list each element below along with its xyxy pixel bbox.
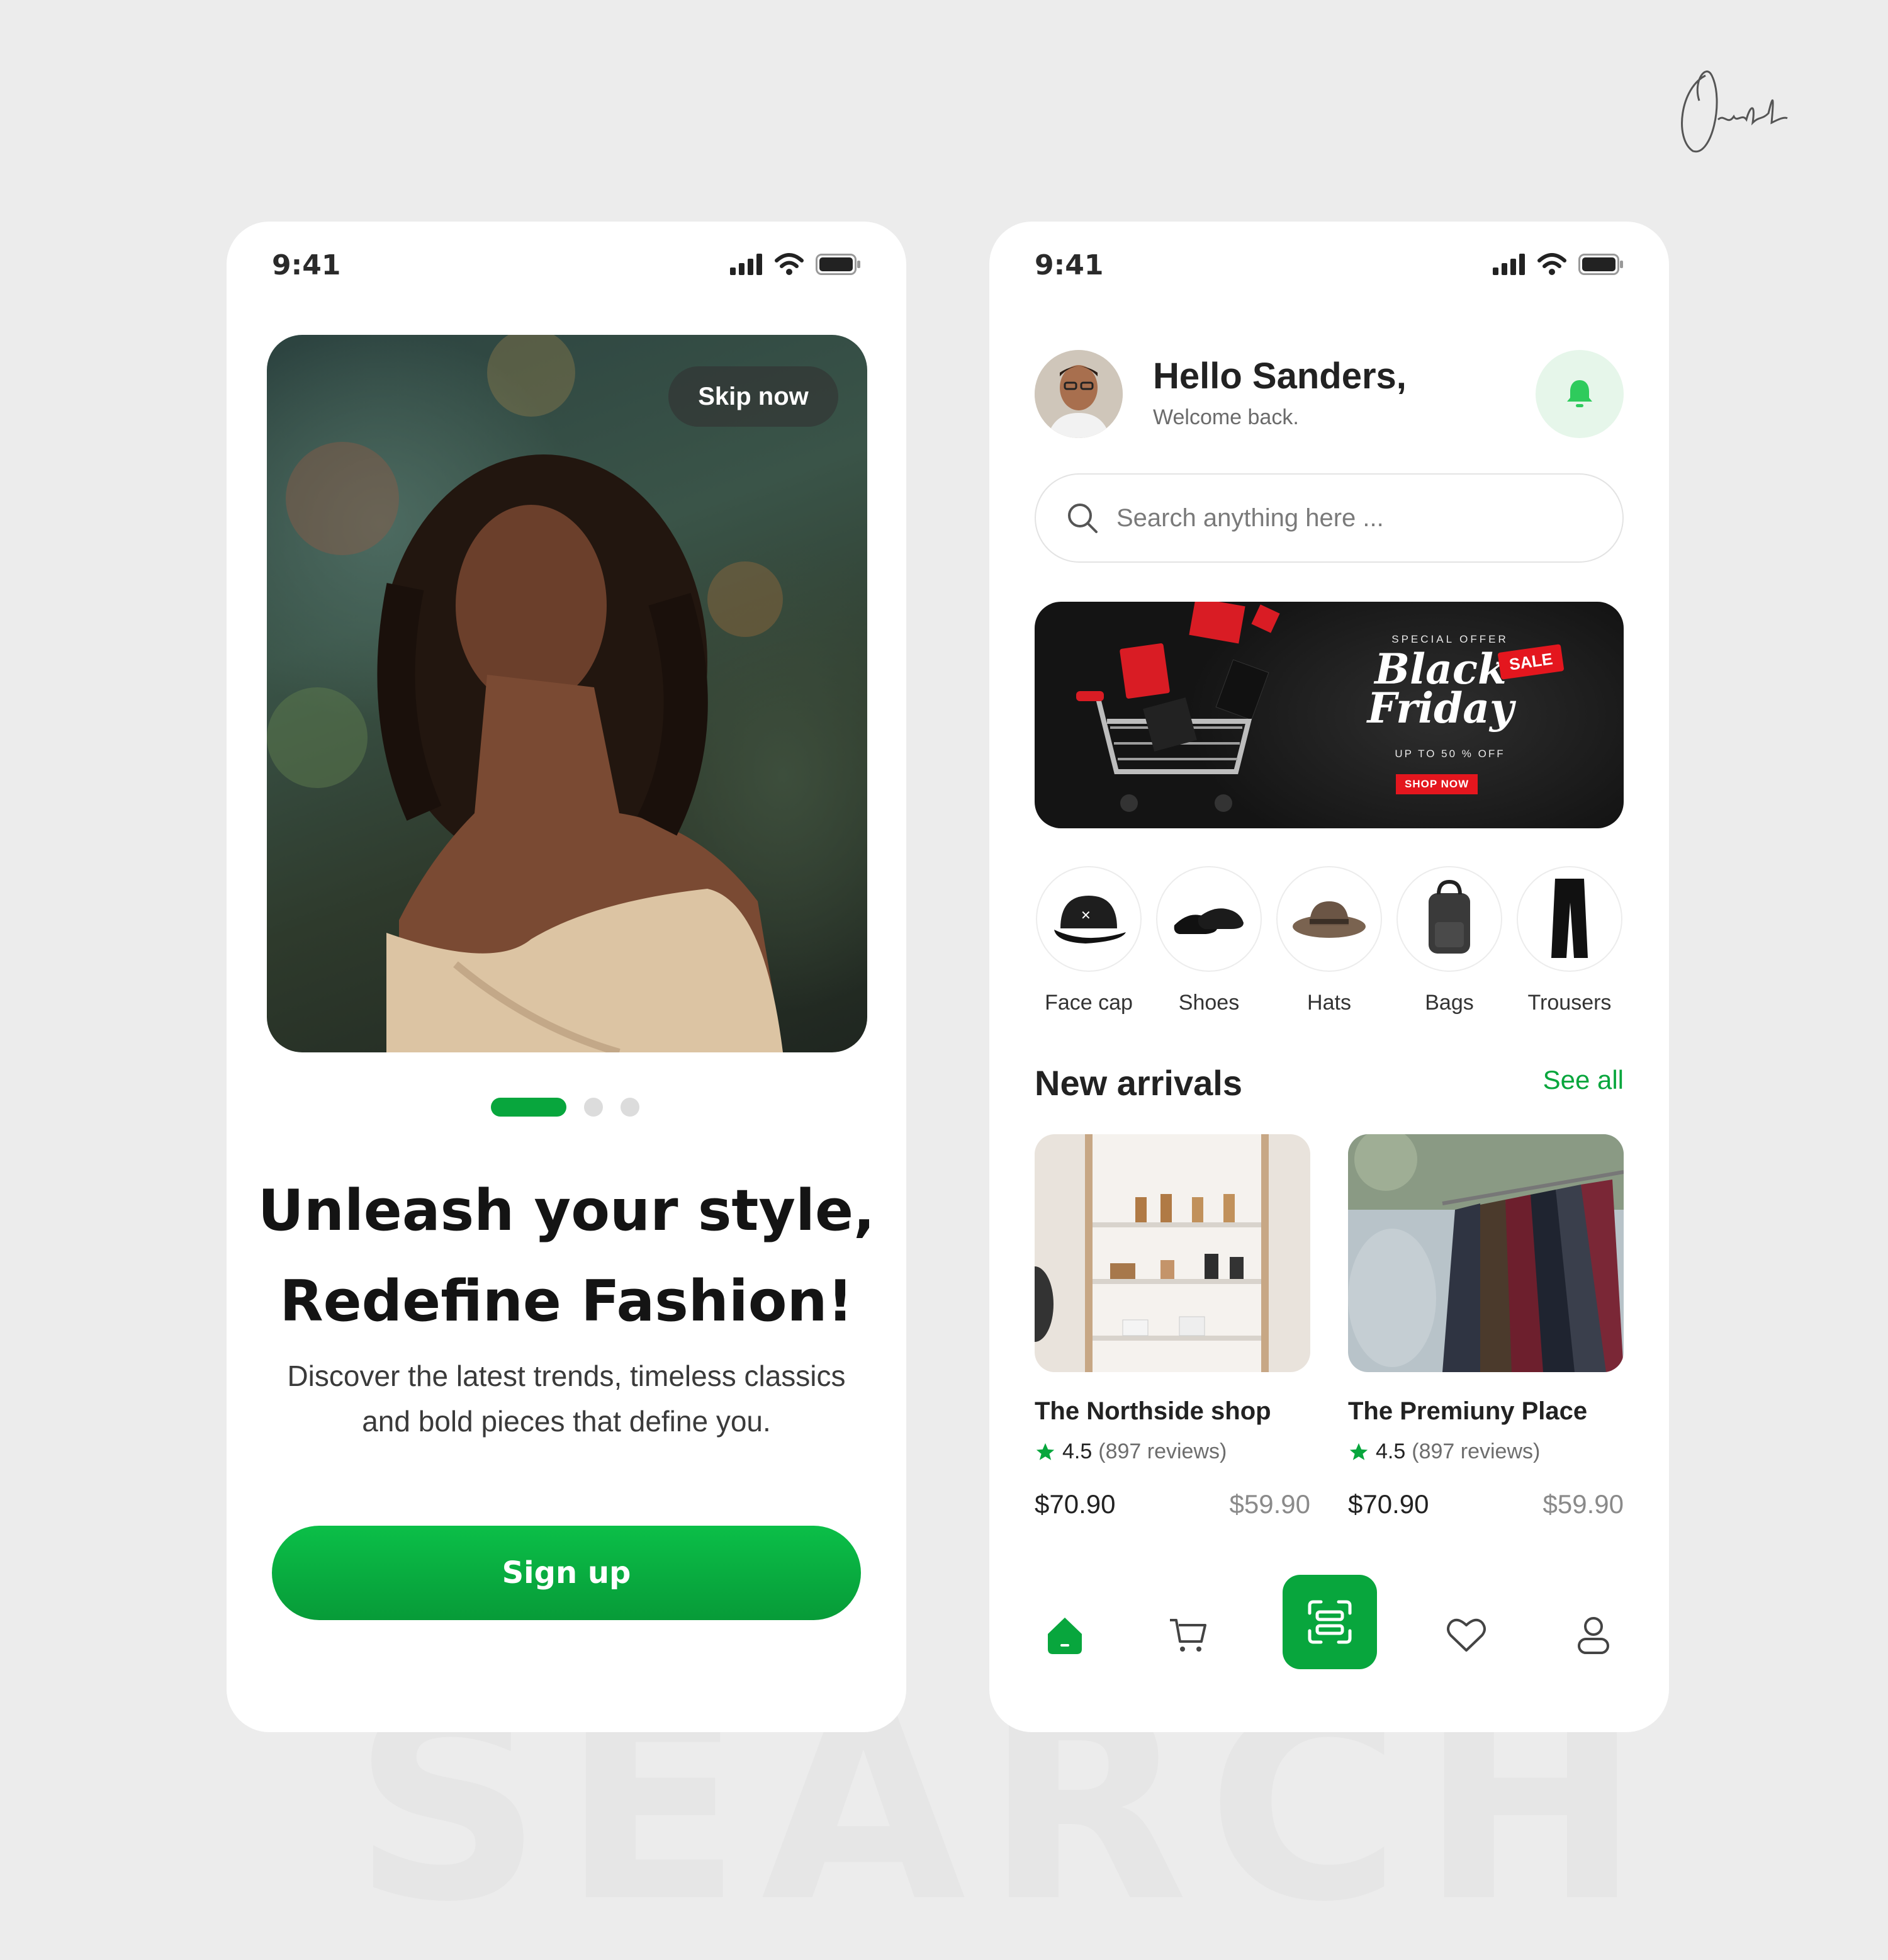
tab-favorites[interactable] (1429, 1600, 1504, 1669)
onboarding-screen: 9:41 Skip now Unleash your style, Redefi… (227, 222, 906, 1732)
product-name: The Northside shop (1035, 1397, 1271, 1425)
rating-value: 4.5 (1062, 1439, 1093, 1463)
category-label: Shoes (1178, 991, 1240, 1015)
shoes-icon (1174, 908, 1244, 934)
pager-dot[interactable] (584, 1098, 603, 1117)
status-icons (1493, 253, 1624, 276)
skip-now-button[interactable]: Skip now (668, 366, 838, 427)
category-trousers[interactable]: Trousers (1515, 866, 1624, 1015)
welcome-subtitle: Welcome back. (1153, 405, 1299, 429)
search-icon (1068, 504, 1098, 533)
current-price: $70.90 (1348, 1489, 1429, 1519)
category-list: ✕ Face cap Shoes Hats Bags Trousers (1035, 866, 1624, 1015)
category-label: Hats (1307, 991, 1351, 1015)
shopping-cart-illustration (1076, 602, 1280, 812)
promo-banner[interactable]: SPECIAL OFFER Black Friday SALE UP TO 50… (1035, 602, 1624, 828)
battery-icon (1578, 254, 1623, 275)
product-image (1035, 1134, 1310, 1372)
new-arrivals-title: New arrivals (1035, 1063, 1242, 1103)
greeting-title: Hello Sanders, (1153, 356, 1407, 397)
subtext-line-2: and bold pieces that define you. (362, 1405, 771, 1438)
old-price: $59.90 (1229, 1489, 1310, 1519)
banner-special-offer: SPECIAL OFFER (1391, 633, 1509, 645)
wifi-icon (775, 253, 804, 275)
see-all-link[interactable]: See all (1543, 1065, 1624, 1095)
signal-icon (1493, 254, 1525, 275)
review-count: (897 reviews) (1412, 1439, 1541, 1463)
cap-icon: ✕ (1054, 896, 1126, 943)
old-price: $59.90 (1542, 1489, 1624, 1519)
battery-icon (816, 254, 860, 275)
heart-icon (1447, 1618, 1486, 1652)
pager-dot[interactable] (621, 1098, 639, 1117)
rating-value: 4.5 (1376, 1439, 1406, 1463)
notifications-button[interactable] (1536, 350, 1624, 438)
product-rating: 4.5 (897 reviews) (1348, 1439, 1624, 1464)
home-icon (1048, 1618, 1082, 1654)
category-hats[interactable]: Hats (1275, 866, 1383, 1015)
banner-title-line-2: Friday (1367, 684, 1514, 733)
category-shoes[interactable]: Shoes (1155, 866, 1263, 1015)
banner-discount: UP TO 50 % OFF (1395, 748, 1505, 760)
signature-logo (1681, 70, 1788, 153)
woman-portrait-image (267, 335, 783, 1052)
product-prices: $70.90 $59.90 (1035, 1489, 1310, 1519)
star-icon (1036, 1443, 1055, 1460)
sign-up-button[interactable]: Sign up (272, 1526, 861, 1620)
bag-icon (1429, 879, 1470, 954)
status-time: 9:41 (272, 249, 341, 281)
product-card[interactable]: The Northside shop 4.5 (897 reviews) $70… (1035, 1134, 1310, 1519)
star-icon (1349, 1443, 1368, 1460)
wifi-icon (1537, 253, 1566, 275)
tab-profile[interactable] (1556, 1600, 1631, 1669)
product-prices: $70.90 $59.90 (1348, 1489, 1624, 1519)
subtext-line-1: Discover the latest trends, timeless cla… (287, 1360, 846, 1392)
hat-icon (1293, 901, 1366, 938)
hero-image: Skip now (267, 335, 867, 1052)
product-card[interactable]: The Premiuny Place 4.5 (897 reviews) $70… (1348, 1134, 1624, 1519)
tab-home[interactable] (1027, 1600, 1103, 1669)
headline-line-1: Unleash your style, (257, 1178, 875, 1244)
onboarding-pager (491, 1098, 639, 1117)
trousers-icon (1551, 879, 1588, 958)
svg-text:✕: ✕ (1081, 908, 1091, 923)
clothing-rack-image (1348, 1134, 1624, 1372)
status-icons (730, 253, 861, 276)
product-rating: 4.5 (897 reviews) (1035, 1439, 1310, 1464)
current-price: $70.90 (1035, 1489, 1116, 1519)
review-count: (897 reviews) (1098, 1439, 1227, 1463)
category-label: Bags (1425, 991, 1474, 1015)
search-input[interactable] (1115, 503, 1558, 533)
shop-now-button[interactable]: SHOP NOW (1396, 774, 1478, 794)
scan-icon (1308, 1600, 1352, 1644)
bottom-tab-bar (989, 1575, 1669, 1701)
avatar[interactable] (1035, 350, 1123, 438)
product-image (1348, 1134, 1624, 1372)
search-bar[interactable] (1035, 473, 1624, 563)
home-screen: 9:41 Hello Sanders, Welcome back. Search… (989, 222, 1669, 1732)
category-label: Trousers (1527, 991, 1612, 1015)
pager-dot-active[interactable] (491, 1098, 566, 1117)
onboarding-headline: Unleash your style, Redefine Fashion! (227, 1166, 906, 1347)
cart-icon (1170, 1619, 1206, 1652)
headline-line-2: Redefine Fashion! (279, 1268, 853, 1334)
shoe-shelf-image (1035, 1134, 1310, 1372)
product-name: The Premiuny Place (1348, 1397, 1588, 1425)
scan-button[interactable] (1283, 1575, 1377, 1669)
category-bags[interactable]: Bags (1395, 866, 1503, 1015)
bell-icon (1567, 380, 1592, 407)
status-time: 9:41 (1035, 249, 1104, 281)
signal-icon (730, 254, 762, 275)
user-photo (1035, 350, 1123, 438)
tab-cart[interactable] (1150, 1600, 1226, 1669)
category-face-cap[interactable]: ✕ Face cap (1035, 866, 1143, 1015)
category-label: Face cap (1045, 991, 1133, 1015)
onboarding-subtext: Discover the latest trends, timeless cla… (283, 1353, 850, 1444)
profile-icon (1578, 1617, 1609, 1654)
